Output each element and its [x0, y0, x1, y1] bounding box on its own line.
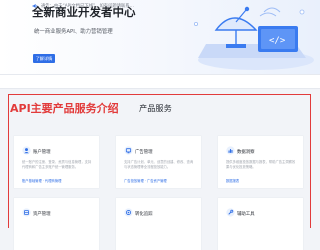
- card-description: 统一账户的注册、登录、资质与信息管理，支持代理商和广告主多账户统一管理服务。: [22, 160, 92, 169]
- notice-text[interactable]: 通告：由于“API文档已下线”，如有问题请联系…: [41, 3, 134, 9]
- card-title: 资产管理: [33, 212, 51, 217]
- card-description: 提供多维度投放数据与报表，帮助广告主洞察效果与优化投放策略。: [226, 160, 296, 169]
- card-account[interactable]: 账户管理 统一账户的注册、登录、资质与信息管理，支持代理商和广告主多账户统一管理…: [14, 136, 99, 188]
- tools-icon: [226, 208, 235, 217]
- card-tools[interactable]: 辅助工具: [218, 198, 303, 250]
- card-data[interactable]: 数据洞察 提供多维度投放数据与报表，帮助广告主洞察效果与优化投放策略。 数据报表: [218, 136, 303, 188]
- learn-more-button[interactable]: 了解详情: [33, 54, 55, 63]
- card-ads[interactable]: 广告管理 支持广告计划、单元、创意的创建、修改、查询与状态管理等全流程投放能力。…: [116, 136, 201, 188]
- hero-subtitle: 统一商业服务API、助力营销管理: [34, 29, 113, 35]
- assets-icon: [22, 208, 31, 217]
- card-title: 辅助工具: [237, 212, 255, 217]
- ads-icon: [124, 146, 133, 155]
- conversion-icon: [124, 208, 133, 217]
- account-icon: [22, 146, 31, 155]
- speaker-icon: [32, 3, 38, 9]
- card-title: 广告管理: [135, 150, 153, 155]
- card-links[interactable]: 账户基础管理 · 代理商管理: [22, 178, 61, 183]
- card-links[interactable]: 数据报表: [226, 178, 239, 183]
- card-title: 账户管理: [33, 150, 51, 155]
- section-title: API主要产品服务介绍: [10, 102, 119, 115]
- card-title: 数据洞察: [237, 150, 255, 155]
- card-description: 支持广告计划、单元、创意的创建、修改、查询与状态管理等全流程投放能力。: [124, 160, 194, 169]
- notice-bar: [0, 74, 320, 89]
- svg-text:</>: </>: [269, 36, 286, 46]
- section-subtitle: 产品服务: [139, 103, 172, 113]
- data-icon: [226, 146, 235, 155]
- card-title: 转化追踪: [135, 212, 153, 217]
- card-assets[interactable]: 资产管理: [14, 198, 99, 250]
- card-links[interactable]: 广告投放管理 · 广告资产管理: [124, 178, 167, 183]
- satellite-dish-illustration: </>: [193, 6, 314, 70]
- card-conversion[interactable]: 转化追踪: [116, 198, 201, 250]
